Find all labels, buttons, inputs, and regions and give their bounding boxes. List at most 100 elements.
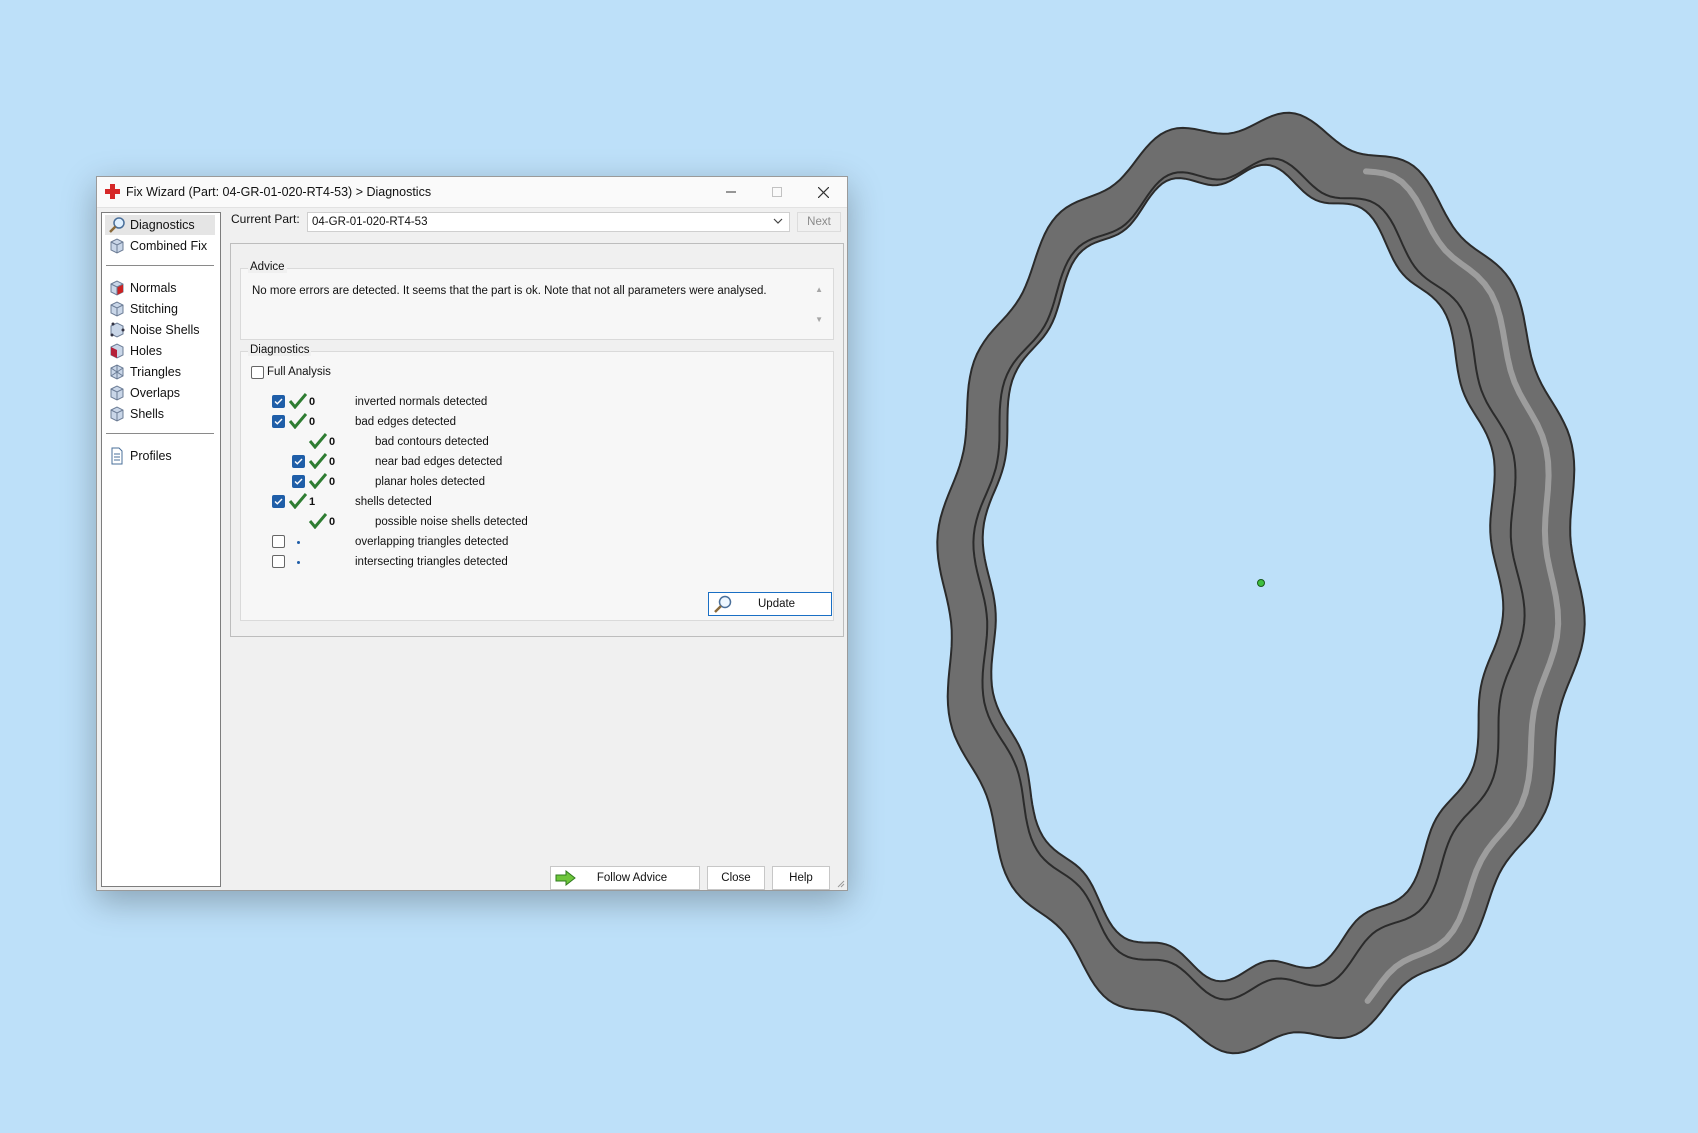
cube-hole-icon [110, 343, 124, 359]
document-icon [111, 447, 123, 465]
update-button[interactable]: Update [708, 592, 832, 616]
planar-holes-checkbox[interactable] [292, 475, 305, 488]
sidebar-item-diagnostics[interactable]: Diagnostics [105, 215, 215, 235]
minimize-icon [726, 191, 736, 193]
checkmark-icon [294, 458, 303, 465]
sidebar-item-label: Normals [130, 281, 177, 295]
ok-check-icon [309, 513, 327, 529]
bad-edges-checkbox[interactable] [272, 415, 285, 428]
ok-check-icon [309, 453, 327, 469]
count-value: 0 [309, 396, 316, 408]
cube-icon [110, 238, 124, 254]
cube-icon [110, 406, 124, 422]
sidebar-item-label: Combined Fix [130, 239, 208, 253]
sidebar-divider [106, 433, 214, 434]
sidebar-item-shells[interactable]: Shells [105, 404, 215, 424]
advice-group: Advice No more errors are detected. It s… [240, 261, 834, 340]
cube-mesh-icon [110, 364, 124, 380]
current-part-label: Current Part: [231, 212, 300, 226]
diagnostics-panel: Advice No more errors are detected. It s… [230, 243, 844, 637]
count-value: 1 [309, 496, 316, 508]
sidebar-item-label: Triangles [130, 365, 181, 379]
ok-check-icon [309, 473, 327, 489]
count-value: 0 [329, 516, 336, 528]
count-value: 0 [329, 476, 336, 488]
count-value: 0 [309, 416, 316, 428]
scroll-down-icon[interactable]: ▼ [815, 315, 823, 324]
chevron-down-icon [773, 218, 783, 224]
follow-advice-button[interactable]: Follow Advice [550, 866, 700, 890]
sidebar-item-combined-fix[interactable]: Combined Fix [105, 236, 215, 256]
follow-advice-label: Follow Advice [596, 872, 668, 884]
diagnostic-label: overlapping triangles detected [355, 536, 509, 548]
ok-check-icon [289, 413, 307, 429]
window-title: Fix Wizard (Part: 04-GR-01-020-RT4-53) >… [126, 185, 432, 199]
close-window-button[interactable] [801, 177, 845, 207]
next-button[interactable]: Next [797, 212, 841, 232]
diagnostics-heading: Diagnostics [248, 344, 312, 356]
sidebar-item-label: Noise Shells [130, 323, 200, 337]
ok-check-icon [289, 393, 307, 409]
maximize-icon [772, 187, 782, 197]
cube-icon [110, 385, 124, 401]
cube-red-icon [110, 280, 124, 296]
checkmark-icon [294, 478, 303, 485]
full-analysis-checkbox[interactable] [251, 366, 264, 379]
full-analysis-label: Full Analysis [267, 366, 331, 378]
help-button[interactable]: Help [772, 866, 830, 890]
resize-grip-icon[interactable] [835, 878, 845, 888]
diagnostic-label: near bad edges detected [375, 456, 503, 468]
arrow-right-icon [555, 870, 576, 886]
diagnostic-label: shells detected [355, 496, 432, 508]
diagnostic-label: inverted normals detected [355, 396, 488, 408]
magnifier-icon [109, 217, 125, 233]
pivot-point-icon [1257, 579, 1265, 587]
diagnostic-label: planar holes detected [375, 476, 485, 488]
sidebar-item-label: Overlaps [130, 386, 181, 400]
diagnostics-group: Diagnostics Full Analysis 0 inverted nor… [240, 344, 834, 621]
sidebar-divider [106, 265, 214, 266]
minimize-button[interactable] [709, 177, 753, 207]
sidebar-item-stitching[interactable]: Stitching [105, 299, 215, 319]
scroll-up-icon[interactable]: ▲ [815, 285, 823, 294]
count-value: 0 [329, 456, 336, 468]
advice-text: No more errors are detected. It seems th… [252, 285, 767, 297]
not-run-dot-icon [297, 561, 300, 564]
sidebar-nav: Diagnostics Combined Fix Normals Stitchi… [101, 212, 221, 887]
near-bad-edges-checkbox[interactable] [292, 455, 305, 468]
update-label: Update [758, 598, 796, 610]
cube-dotted-icon [110, 322, 125, 338]
advice-heading: Advice [248, 261, 287, 273]
close-button[interactable]: Close [707, 866, 765, 890]
count-value: 0 [329, 436, 336, 448]
sidebar-item-label: Profiles [130, 449, 172, 463]
current-part-value: 04-GR-01-020-RT4-53 [312, 216, 428, 228]
checkmark-icon [274, 498, 283, 505]
overlapping-triangles-checkbox[interactable] [272, 535, 285, 548]
sidebar-item-triangles[interactable]: Triangles [105, 362, 215, 382]
current-part-dropdown[interactable]: 04-GR-01-020-RT4-53 [307, 212, 790, 232]
sidebar-item-label: Diagnostics [130, 218, 195, 232]
cube-icon [110, 301, 124, 317]
not-run-dot-icon [297, 541, 300, 544]
sidebar-item-holes[interactable]: Holes [105, 341, 215, 361]
sidebar-item-overlaps[interactable]: Overlaps [105, 383, 215, 403]
diagnostic-label: bad edges detected [355, 416, 457, 428]
inverted-normals-checkbox[interactable] [272, 395, 285, 408]
checkmark-icon [274, 398, 283, 405]
diagnostic-label: intersecting triangles detected [355, 556, 508, 568]
sidebar-item-label: Shells [130, 407, 165, 421]
intersecting-triangles-checkbox[interactable] [272, 555, 285, 568]
fix-wizard-window: Fix Wizard (Part: 04-GR-01-020-RT4-53) >… [96, 176, 848, 891]
sidebar-item-noise-shells[interactable]: Noise Shells [105, 320, 215, 340]
diagnostic-label: possible noise shells detected [375, 516, 528, 528]
ok-check-icon [309, 433, 327, 449]
close-icon [817, 186, 829, 198]
checkmark-icon [274, 418, 283, 425]
shells-checkbox[interactable] [272, 495, 285, 508]
title-bar: Fix Wizard (Part: 04-GR-01-020-RT4-53) >… [97, 177, 847, 208]
sidebar-item-label: Holes [130, 344, 162, 358]
sidebar-item-profiles[interactable]: Profiles [105, 446, 215, 466]
magnifier-icon [714, 595, 732, 613]
sidebar-item-normals[interactable]: Normals [105, 278, 215, 298]
